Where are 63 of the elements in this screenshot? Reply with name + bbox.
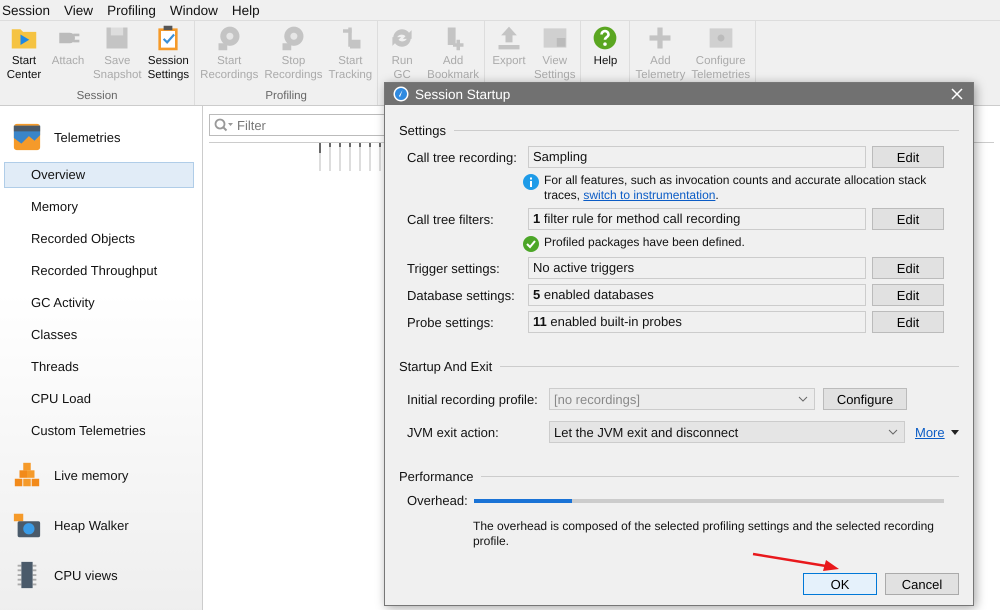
- group-label: Session: [76, 90, 119, 104]
- setting-value: 5 enabled databases: [528, 284, 866, 306]
- sidebar-section[interactable]: CPU views: [0, 550, 202, 600]
- edit-button[interactable]: Edit: [872, 208, 944, 230]
- setting-label: Probe settings:: [407, 314, 495, 330]
- overhead-description: The overhead is composed of the selected profiling settings and the selected recording profile.: [473, 519, 935, 549]
- menu-item[interactable]: View: [64, 2, 100, 18]
- setting-value: No active triggers: [528, 257, 866, 279]
- setting-label: Database settings:: [407, 288, 516, 302]
- search-icon: [214, 118, 234, 132]
- sidebar-item[interactable]: Overview: [4, 162, 194, 188]
- menu-item[interactable]: Session: [2, 2, 56, 18]
- sidebar-item[interactable]: Custom Telemetries: [4, 418, 194, 444]
- setting-value: Sampling: [528, 146, 866, 168]
- group-label: Profiling: [264, 90, 308, 104]
- chart-icon: [12, 122, 42, 152]
- menu-item[interactable]: Window: [170, 2, 224, 18]
- section-heading: Performance: [399, 468, 474, 484]
- sidebar-section[interactable]: Telemetries: [0, 112, 202, 162]
- toolbar-button[interactable]: Start Center: [2, 21, 46, 90]
- note-text: Profiled packages have been defined.: [544, 235, 746, 250]
- sidebar-section[interactable]: Live memory: [0, 450, 202, 500]
- edit-button[interactable]: Edit: [872, 257, 944, 279]
- sidebar-item[interactable]: Memory: [4, 194, 194, 220]
- setting-label: JVM exit action:: [407, 424, 500, 440]
- instrumentation-link[interactable]: switch to instrumentation: [583, 188, 716, 202]
- sidebar-item[interactable]: GC Activity: [4, 290, 194, 316]
- sidebar-item[interactable]: Threads: [4, 354, 194, 380]
- sidebar-item[interactable]: Classes: [4, 322, 194, 348]
- setting-label: Trigger settings:: [407, 260, 501, 276]
- section-heading: Startup And Exit: [399, 358, 492, 374]
- chevron-down-icon: [888, 429, 898, 435]
- dialog-title: Session Startup: [415, 86, 512, 102]
- overhead-label: Overhead:: [407, 493, 468, 508]
- dialog-button[interactable]: Cancel: [885, 573, 959, 595]
- edit-button[interactable]: Edit: [872, 311, 944, 333]
- edit-button[interactable]: Edit: [872, 284, 944, 306]
- sidebar-item[interactable]: Recorded Objects: [4, 226, 194, 252]
- dialog-button[interactable]: OK: [803, 573, 877, 595]
- setting-value: 11 enabled built-in probes: [528, 311, 866, 333]
- note-text: For all features, such as invocation counts and accurate allocation stack traces, switch to instrumentation.: [544, 173, 928, 203]
- sidebar-section[interactable]: Heap Walker: [0, 500, 202, 550]
- chevron-down-icon: [798, 396, 808, 402]
- menu-item[interactable]: Profiling: [107, 2, 162, 18]
- sidebar-item[interactable]: CPU Load: [4, 386, 194, 412]
- more-link[interactable]: More: [915, 424, 945, 440]
- dropdown[interactable]: Let the JVM exit and disconnect: [549, 421, 905, 443]
- setting-value: 1 filter rule for method call recording: [528, 208, 866, 230]
- caret-icon: [950, 430, 959, 434]
- compass-icon: [393, 86, 409, 102]
- section-heading: Settings: [399, 122, 446, 138]
- info-icon: [523, 174, 539, 190]
- setting-label: Call tree filters:: [407, 212, 495, 226]
- menu-item[interactable]: Help: [232, 2, 266, 18]
- check-icon: [523, 236, 539, 252]
- help-icon: [591, 24, 620, 52]
- edit-button[interactable]: Edit: [872, 146, 944, 168]
- close-icon[interactable]: [951, 88, 963, 100]
- timeline-ticks-drawing: [319, 143, 381, 173]
- setting-label: Initial recording profile:: [407, 392, 539, 406]
- setting-label: Call tree recording:: [407, 150, 518, 164]
- toolbar-button[interactable]: Session Settings: [144, 21, 192, 90]
- sidebar-item[interactable]: Recorded Throughput: [4, 258, 194, 284]
